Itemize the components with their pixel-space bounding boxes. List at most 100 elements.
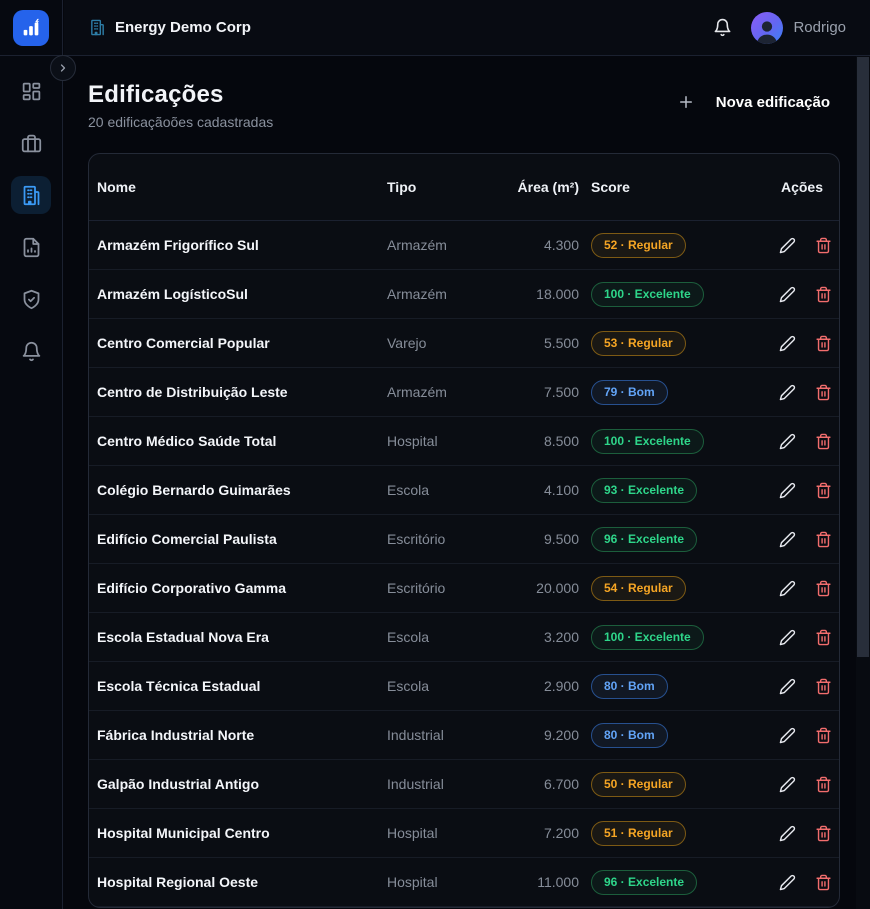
plus-icon: [677, 93, 695, 111]
edit-button[interactable]: [779, 825, 796, 842]
pencil-icon: [779, 776, 796, 793]
pencil-icon: [779, 825, 796, 842]
delete-button[interactable]: [815, 335, 832, 352]
cell-area: 4.100: [505, 482, 579, 498]
app-logo: [0, 0, 62, 56]
vertical-scrollbar[interactable]: [856, 56, 870, 909]
chevron-right-icon: [57, 62, 69, 74]
edit-button[interactable]: [779, 531, 796, 548]
table-row: Edifício Corporativo Gamma Escritório 20…: [89, 564, 839, 613]
cell-area: 11.000: [505, 874, 579, 890]
edit-button[interactable]: [779, 776, 796, 793]
cell-tipo: Hospital: [387, 874, 505, 890]
edit-button[interactable]: [779, 629, 796, 646]
edit-button[interactable]: [779, 580, 796, 597]
delete-button[interactable]: [815, 874, 832, 891]
delete-button[interactable]: [815, 286, 832, 303]
cell-tipo: Armazém: [387, 237, 505, 253]
sidebar: [0, 0, 63, 909]
table-row: Armazém Frigorífico Sul Armazém 4.300 52…: [89, 221, 839, 270]
score-badge: 80 · Bom: [591, 723, 668, 748]
edit-button[interactable]: [779, 727, 796, 744]
edit-button[interactable]: [779, 874, 796, 891]
buildings-table: Nome Tipo Área (m²) Score Ações Armazém …: [88, 153, 840, 908]
delete-button[interactable]: [815, 629, 832, 646]
cell-nome: Armazém Frigorífico Sul: [97, 237, 387, 253]
delete-button[interactable]: [815, 433, 832, 450]
scrollbar-thumb[interactable]: [857, 57, 869, 657]
cell-area: 7.200: [505, 825, 579, 841]
trash-icon: [815, 286, 832, 303]
table-row: Hospital Regional Oeste Hospital 11.000 …: [89, 858, 839, 907]
dashboard-grid-icon: [21, 81, 42, 102]
table-row: Colégio Bernardo Guimarães Escola 4.100 …: [89, 466, 839, 515]
new-building-button[interactable]: Nova edificação: [677, 81, 840, 111]
delete-button[interactable]: [815, 825, 832, 842]
table-body: Armazém Frigorífico Sul Armazém 4.300 52…: [89, 221, 839, 907]
user-menu[interactable]: Rodrigo: [751, 12, 846, 44]
cell-nome: Centro Comercial Popular: [97, 335, 387, 351]
sidebar-item-portfolio[interactable]: [11, 124, 51, 162]
table-header: Nome Tipo Área (m²) Score Ações: [89, 154, 839, 221]
pencil-icon: [779, 678, 796, 695]
trash-icon: [815, 335, 832, 352]
delete-button[interactable]: [815, 531, 832, 548]
delete-button[interactable]: [815, 237, 832, 254]
main-content: Edificações 20 edificaçãoões cadastradas…: [64, 56, 856, 909]
topbar: Energy Demo Corp Rodrigo: [64, 0, 870, 56]
delete-button[interactable]: [815, 678, 832, 695]
pencil-icon: [779, 531, 796, 548]
edit-button[interactable]: [779, 678, 796, 695]
table-row: Armazém LogísticoSul Armazém 18.000 100 …: [89, 270, 839, 319]
delete-button[interactable]: [815, 727, 832, 744]
trash-icon: [815, 874, 832, 891]
delete-button[interactable]: [815, 580, 832, 597]
edit-button[interactable]: [779, 335, 796, 352]
edit-button[interactable]: [779, 286, 796, 303]
cell-nome: Centro Médico Saúde Total: [97, 433, 387, 449]
edit-button[interactable]: [779, 482, 796, 499]
notifications-button[interactable]: [713, 18, 732, 37]
delete-button[interactable]: [815, 482, 832, 499]
edit-button[interactable]: [779, 433, 796, 450]
cell-nome: Colégio Bernardo Guimarães: [97, 482, 387, 498]
cell-nome: Escola Técnica Estadual: [97, 678, 387, 694]
cell-area: 9.500: [505, 531, 579, 547]
cell-area: 7.500: [505, 384, 579, 400]
sidebar-item-conformidade[interactable]: [11, 280, 51, 318]
score-badge: 100 · Excelente: [591, 429, 704, 454]
trash-icon: [815, 580, 832, 597]
company: Energy Demo Corp: [89, 19, 251, 36]
cell-area: 18.000: [505, 286, 579, 302]
bell-icon: [713, 18, 732, 37]
cell-tipo: Escola: [387, 629, 505, 645]
sidebar-item-edificacoes[interactable]: [11, 176, 51, 214]
score-badge: 52 · Regular: [591, 233, 686, 258]
sidebar-expand-button[interactable]: [50, 55, 76, 81]
cell-tipo: Escritório: [387, 580, 505, 596]
edit-button[interactable]: [779, 237, 796, 254]
delete-button[interactable]: [815, 776, 832, 793]
shield-check-icon: [21, 289, 42, 310]
pencil-icon: [779, 874, 796, 891]
trash-icon: [815, 482, 832, 499]
cell-tipo: Escola: [387, 482, 505, 498]
bell-icon: [21, 341, 42, 362]
sidebar-item-dashboard[interactable]: [11, 72, 51, 110]
column-header-acoes: Ações: [779, 179, 823, 195]
sidebar-item-relatorios[interactable]: [11, 228, 51, 266]
table-row: Centro Médico Saúde Total Hospital 8.500…: [89, 417, 839, 466]
edit-button[interactable]: [779, 384, 796, 401]
cell-tipo: Varejo: [387, 335, 505, 351]
page-title: Edificações: [88, 81, 273, 109]
cell-tipo: Escritório: [387, 531, 505, 547]
trash-icon: [815, 433, 832, 450]
score-badge: 96 · Excelente: [591, 527, 697, 552]
delete-button[interactable]: [815, 384, 832, 401]
bar-chart-bolt-icon[interactable]: [13, 10, 49, 46]
cell-nome: Escola Estadual Nova Era: [97, 629, 387, 645]
pencil-icon: [779, 580, 796, 597]
cell-tipo: Industrial: [387, 727, 505, 743]
score-badge: 96 · Excelente: [591, 870, 697, 895]
sidebar-item-alertas[interactable]: [11, 332, 51, 370]
